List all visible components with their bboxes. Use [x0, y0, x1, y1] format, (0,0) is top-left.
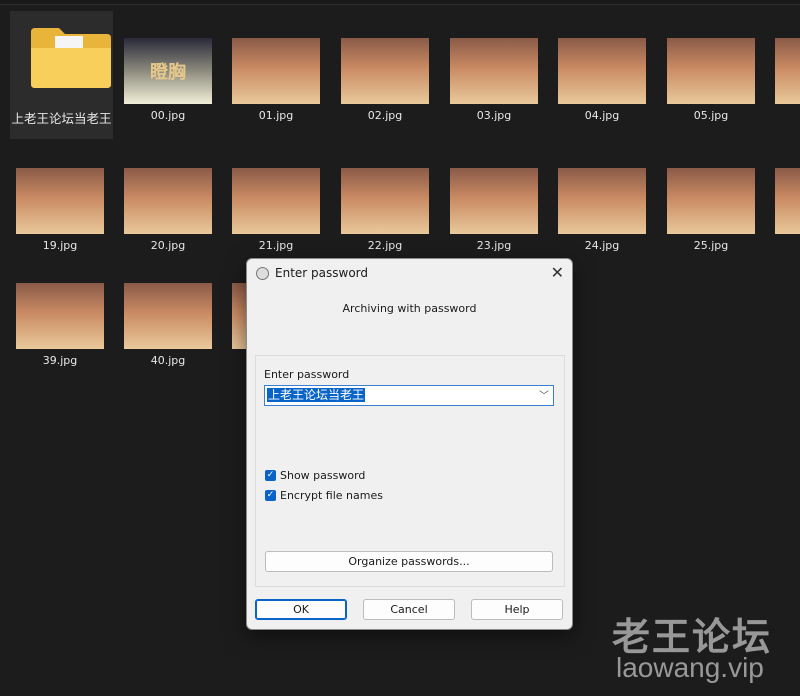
- file-name: 00.jpg: [150, 109, 186, 122]
- file-item[interactable]: 23.jpg: [445, 168, 543, 252]
- thumbnail-image: [341, 38, 429, 104]
- file-item[interactable]: 22.jpg: [336, 168, 434, 252]
- password-label: Enter password: [264, 368, 350, 381]
- thumbnail-image: [16, 283, 104, 349]
- show-password-label: Show password: [280, 469, 366, 482]
- file-name: 20.jpg: [150, 239, 186, 252]
- thumbnail-image: 瞪胸: [124, 38, 212, 104]
- file-item[interactable]: 25.jpg: [662, 168, 760, 252]
- thumbnail-image: [232, 38, 320, 104]
- folder-icon: [31, 28, 111, 88]
- help-button[interactable]: Help: [471, 599, 563, 620]
- file-name: 22.jpg: [367, 239, 403, 252]
- thumbnail-image: [341, 168, 429, 234]
- dialog-subtitle: Archiving with password: [342, 302, 477, 315]
- encrypt-names-label: Encrypt file names: [280, 489, 383, 502]
- file-name: 40.jpg: [150, 354, 186, 367]
- file-name: 19.jpg: [42, 239, 78, 252]
- file-item[interactable]: 01.jpg: [227, 38, 325, 122]
- ok-button[interactable]: OK: [255, 599, 347, 620]
- checkmark-icon: ✓: [265, 470, 276, 481]
- password-value: 上老王论坛当老王: [267, 388, 366, 402]
- thumbnail-image: [450, 38, 538, 104]
- close-icon[interactable]: ✕: [551, 263, 564, 282]
- dialog-title: Enter password: [275, 266, 368, 280]
- file-item[interactable]: 19.jpg: [11, 168, 109, 252]
- cancel-button[interactable]: Cancel: [363, 599, 455, 620]
- file-name: 21.jpg: [258, 239, 294, 252]
- file-name: 24.jpg: [584, 239, 620, 252]
- thumbnail-image: [450, 168, 538, 234]
- thumbnail-image: [558, 168, 646, 234]
- thumbnail-image: [124, 283, 212, 349]
- dialog-title-bar: Enter password ✕: [247, 259, 572, 288]
- file-item[interactable]: 20.jpg: [119, 168, 217, 252]
- file-name: 23.jpg: [476, 239, 512, 252]
- explorer-top-border: [0, 0, 800, 5]
- checkmark-icon: ✓: [265, 490, 276, 501]
- organize-passwords-button[interactable]: Organize passwords...: [265, 551, 553, 572]
- thumbnail-image: [775, 38, 800, 104]
- file-item[interactable]: 02.jpg: [336, 38, 434, 122]
- file-name: 04.jpg: [584, 109, 620, 122]
- thumbnail-image: [16, 168, 104, 234]
- app-icon: [256, 267, 269, 280]
- encrypt-names-checkbox[interactable]: ✓ Encrypt file names: [265, 489, 383, 502]
- thumbnail-image: [775, 168, 800, 234]
- file-item[interactable]: 24.jpg: [553, 168, 651, 252]
- thumbnail-image: [124, 168, 212, 234]
- file-item[interactable]: 04.jpg: [553, 38, 651, 122]
- file-item[interactable]: [775, 38, 800, 104]
- file-name: 02.jpg: [367, 109, 403, 122]
- thumbnail-image: [232, 168, 320, 234]
- enter-password-dialog: Enter password ✕ Archiving with password…: [246, 258, 573, 630]
- folder-item[interactable]: 上老王论坛当老王: [10, 11, 113, 139]
- file-name: 01.jpg: [258, 109, 294, 122]
- file-item[interactable]: 39.jpg: [11, 283, 109, 367]
- thumbnail-image: [667, 168, 755, 234]
- file-name: 39.jpg: [42, 354, 78, 367]
- file-item[interactable]: 21.jpg: [227, 168, 325, 252]
- show-password-checkbox[interactable]: ✓ Show password: [265, 469, 365, 482]
- password-panel: Enter password 上老王论坛当老王 ﹀ ✓ Show passwor…: [255, 355, 565, 587]
- thumbnail-image: [558, 38, 646, 104]
- thumbnail-image: [667, 38, 755, 104]
- file-item[interactable]: 瞪胸 00.jpg: [119, 38, 217, 122]
- file-item[interactable]: [775, 168, 800, 234]
- file-item[interactable]: 40.jpg: [119, 283, 217, 367]
- password-input[interactable]: 上老王论坛当老王 ﹀: [264, 385, 554, 406]
- file-name: 25.jpg: [693, 239, 729, 252]
- watermark-url: laowang.vip: [616, 652, 764, 683]
- file-item[interactable]: 05.jpg: [662, 38, 760, 122]
- file-item[interactable]: 03.jpg: [445, 38, 543, 122]
- chevron-down-icon[interactable]: ﹀: [539, 387, 549, 402]
- folder-name: 上老王论坛当老王: [11, 111, 112, 126]
- file-name: 03.jpg: [476, 109, 512, 122]
- file-name: 05.jpg: [693, 109, 729, 122]
